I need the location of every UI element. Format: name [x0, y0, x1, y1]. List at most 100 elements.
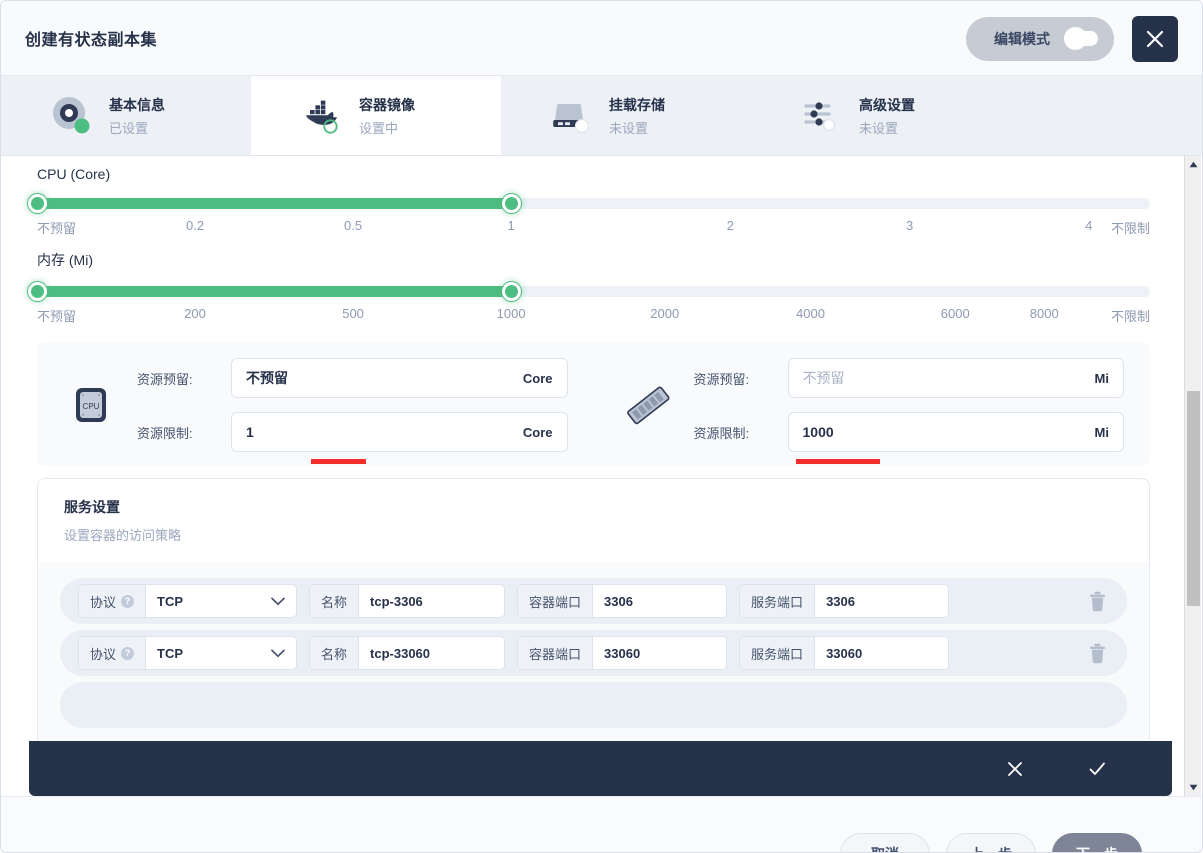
edit-mode-toggle[interactable]: 编辑模式: [966, 16, 1114, 61]
tab-mount-storage[interactable]: 挂载存储 未设置: [501, 76, 751, 155]
memory-resource-fields: 资源预留: 不预留 Mi 资源限制: 1000 Mi: [694, 358, 1151, 452]
memory-limit-value[interactable]: 1000: [803, 424, 1095, 440]
cpu-tick: 不限制: [1110, 221, 1150, 236]
memory-tick: 不限制: [1110, 309, 1150, 324]
protocol-label-text: 协议: [90, 646, 117, 662]
tab-status: 未设置: [859, 120, 899, 136]
tab-title: 高级设置: [859, 96, 915, 113]
protocol-select[interactable]: TCP: [146, 637, 297, 669]
cpu-slider-ticks: 不预留 0.2 0.5 1 2 3 4 不限制: [37, 218, 1150, 240]
sliders-icon: [799, 93, 845, 139]
create-statefulset-dialog: 创建有状态副本集 编辑模式 基本信息 已设置 容器镜像 设置中 挂载存储 未设置…: [0, 0, 1203, 853]
close-dialog-button[interactable]: [1132, 15, 1178, 62]
cpu-reserve-input[interactable]: 不预留 Core: [231, 358, 568, 398]
scroll-up-button[interactable]: [1185, 156, 1202, 173]
cpu-resource-group: CPU 资源预留: 不预留 Core 资源限制: 1 Core: [37, 358, 594, 464]
container-port-input[interactable]: 33060: [593, 637, 727, 669]
memory-tick: 6000: [940, 306, 970, 321]
tab-container-image[interactable]: 容器镜像 设置中: [251, 76, 501, 155]
delete-port-button[interactable]: [1075, 584, 1119, 618]
chevron-down-icon: [271, 649, 285, 657]
memory-reserve-label: 资源预留:: [693, 371, 750, 387]
name-label: 名称: [310, 637, 360, 669]
memory-slider-handle-max[interactable]: [502, 282, 522, 301]
memory-stick-icon: [620, 378, 676, 432]
service-settings-title: 服务设置: [64, 499, 120, 515]
name-input[interactable]: tcp-33060: [359, 637, 505, 669]
resource-quota-card: CPU 资源预留: 不预留 Core 资源限制: 1 Core 资源预留: 不预…: [37, 342, 1150, 466]
memory-limit-input[interactable]: 1000 Mi: [787, 412, 1124, 452]
protocol-label-text: 协议: [90, 594, 117, 610]
memory-limit-label: 资源限制:: [693, 425, 750, 441]
name-field[interactable]: 名称 tcp-33060: [309, 636, 506, 670]
service-settings-subtitle: 设置容器的访问策略: [64, 528, 182, 543]
tab-status: 已设置: [109, 120, 149, 136]
toggle-switch-track[interactable]: [1064, 27, 1098, 50]
vertical-scrollbar[interactable]: [1184, 156, 1201, 796]
memory-reserve-row: 资源预留: 不预留 Mi: [693, 358, 1124, 398]
memory-slider[interactable]: [28, 282, 1150, 301]
cpu-reserve-label: 资源预留:: [137, 371, 193, 387]
svg-text:CPU: CPU: [83, 402, 100, 411]
chevron-down-icon: [271, 597, 285, 605]
close-icon: [1008, 761, 1022, 776]
cpu-tick: 不预留: [37, 221, 77, 236]
memory-tick: 500: [342, 306, 364, 321]
memory-tick: 不预留: [37, 309, 77, 324]
memory-error-indicator: [795, 459, 880, 464]
tab-advanced-settings[interactable]: 高级设置 未设置: [751, 76, 1001, 155]
cpu-tick: 0.2: [185, 218, 205, 233]
inline-confirm-button[interactable]: [1084, 756, 1110, 782]
container-port-field[interactable]: 容器端口 33060: [517, 636, 728, 670]
delete-port-button[interactable]: [1075, 636, 1119, 670]
container-port-input[interactable]: 3306: [593, 585, 727, 617]
cpu-limit-input[interactable]: 1 Core: [231, 412, 568, 452]
check-icon: [1089, 762, 1105, 775]
help-icon[interactable]: ?: [121, 646, 135, 660]
memory-reserve-value[interactable]: 不预留: [803, 368, 1095, 388]
memory-slider-handle-min[interactable]: [28, 282, 47, 301]
cpu-tick: 3: [905, 218, 914, 233]
memory-tick: 200: [184, 306, 206, 321]
service-port-input[interactable]: 3306: [815, 585, 949, 617]
protocol-label: 协议?: [79, 585, 147, 617]
inline-edit-action-bar: [29, 741, 1172, 796]
cancel-button[interactable]: 取消: [840, 833, 930, 852]
service-port-input[interactable]: 33060: [815, 637, 949, 669]
cpu-limit-row: 资源限制: 1 Core: [137, 412, 568, 452]
cpu-slider-handle-min[interactable]: [28, 194, 47, 213]
form-content: CPU (Core) 不预留 0.2 0.5 1 2 3 4 不限制 内存 (Mi): [1, 156, 1186, 745]
cpu-slider[interactable]: [28, 194, 1150, 213]
scroll-down-button[interactable]: [1185, 779, 1202, 796]
help-icon[interactable]: ?: [121, 594, 135, 608]
previous-step-button[interactable]: 上一步: [946, 833, 1036, 852]
inline-cancel-button[interactable]: [1002, 756, 1028, 782]
container-port-label: 容器端口: [518, 585, 594, 617]
service-port-field[interactable]: 服务端口 33060: [739, 636, 950, 670]
cpu-tick: 0.5: [344, 218, 363, 233]
scrollbar-thumb[interactable]: [1187, 391, 1200, 606]
cpu-tick: 2: [726, 218, 735, 233]
memory-reserve-input[interactable]: 不预留 Mi: [787, 358, 1124, 398]
name-input[interactable]: tcp-3306: [359, 585, 505, 617]
cpu-slider-handle-max[interactable]: [502, 194, 522, 213]
cpu-limit-value[interactable]: 1: [246, 424, 523, 440]
hard-drive-icon: [549, 93, 595, 139]
memory-tick: 1000: [496, 306, 526, 321]
protocol-label: 协议?: [79, 637, 147, 669]
tab-basic-info[interactable]: 基本信息 已设置: [1, 76, 251, 155]
page-title: 创建有状态副本集: [25, 32, 158, 49]
tab-mount-storage-texts: 挂载存储 未设置: [609, 95, 665, 137]
protocol-select[interactable]: TCP: [146, 585, 297, 617]
tab-status: 设置中: [359, 120, 399, 136]
cpu-reserve-value[interactable]: 不预留: [246, 368, 523, 388]
chevron-up-icon: [1189, 161, 1198, 168]
service-port-field[interactable]: 服务端口 3306: [739, 584, 950, 618]
container-port-field[interactable]: 容器端口 3306: [517, 584, 728, 618]
protocol-field[interactable]: 协议? TCP: [78, 636, 298, 670]
service-port-rows: 协议? TCP 名称 tcp-3306 容器端口 3306 服务端口 3306 协议? TCP 名称…: [38, 562, 1149, 744]
name-field[interactable]: 名称 tcp-3306: [309, 584, 506, 618]
next-step-button[interactable]: 下一步: [1052, 833, 1142, 852]
protocol-field[interactable]: 协议? TCP: [78, 584, 298, 618]
tab-container-image-texts: 容器镜像 设置中: [359, 95, 415, 137]
